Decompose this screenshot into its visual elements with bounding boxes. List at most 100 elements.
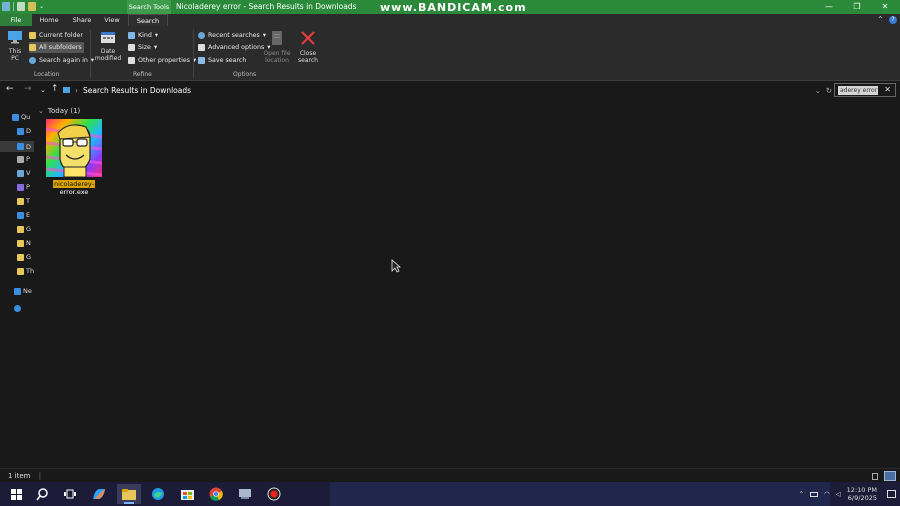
folder-icon [17, 239, 24, 247]
details-view-icon[interactable] [872, 473, 878, 480]
search-tools-context-tab: Search Tools [127, 0, 171, 14]
nav-item-e[interactable]: G [17, 225, 31, 233]
network-icon[interactable]: ◠ [824, 490, 830, 498]
chevron-right-icon: › [75, 85, 78, 95]
copilot-icon[interactable] [91, 486, 107, 502]
location-group-label: Location [34, 71, 60, 78]
nav-item-label: Qu [21, 113, 31, 121]
nav-item-quick-access[interactable]: Qu [12, 113, 30, 121]
nav-item-pictures[interactable]: V [17, 169, 30, 177]
dropdown-arrow-icon: ▾ [153, 44, 158, 51]
kind-button[interactable]: Kind ▾ [128, 30, 158, 41]
collapse-group-icon[interactable]: ⌄ [38, 107, 44, 115]
new-folder-icon[interactable] [28, 2, 36, 11]
this-pc-button[interactable]: This PC [5, 30, 25, 62]
volume-icon[interactable]: ◁ [836, 490, 841, 498]
download-icon [17, 143, 24, 150]
tab-search[interactable]: Search [128, 14, 168, 26]
task-view-icon [64, 489, 76, 499]
close-search-button[interactable]: Close search [296, 30, 320, 64]
other-properties-label: Other properties [138, 57, 191, 64]
nav-item-videos[interactable]: P [17, 183, 30, 191]
nav-item-g2[interactable]: Th [17, 267, 34, 275]
notifications-icon[interactable] [887, 490, 896, 498]
network-icon [14, 305, 21, 312]
divider [13, 2, 14, 11]
chrome-icon[interactable] [208, 486, 224, 502]
file-item[interactable]: nicoladerey- error.exe [45, 119, 103, 196]
nav-item-n[interactable]: G [17, 253, 31, 261]
close-icon [301, 31, 315, 45]
nav-item-network[interactable] [14, 305, 23, 312]
calendar-icon [101, 32, 115, 43]
tab-home[interactable]: Home [36, 14, 62, 26]
tab-view[interactable]: View [100, 14, 124, 26]
address-bar[interactable]: › Search Results in Downloads ⌄ ↻ [63, 83, 833, 97]
clock[interactable]: 12:10 PM 6/9/2025 [847, 486, 877, 502]
explorer-icon[interactable] [2, 2, 10, 11]
clear-search-icon[interactable]: ✕ [884, 85, 891, 94]
search-input[interactable]: aderey error ✕ [834, 83, 896, 97]
refresh-icon[interactable]: ↻ [826, 86, 832, 95]
nav-item-g[interactable]: N [17, 239, 31, 247]
properties-icon[interactable] [17, 2, 25, 11]
file-thumbnail [45, 119, 103, 178]
date-modified-button[interactable]: Date modified [93, 30, 123, 62]
show-hidden-icons-icon[interactable]: ⌃ [799, 490, 804, 498]
search-button[interactable] [34, 486, 50, 502]
folder-icon [17, 225, 24, 233]
back-button[interactable]: ← [6, 84, 14, 94]
dropdown-arrow-icon: ▾ [154, 32, 159, 39]
nav-item-documents[interactable]: P [17, 155, 30, 163]
all-subfolders-label: All subfolders [39, 44, 82, 51]
all-subfolders-button[interactable]: All subfolders [29, 42, 84, 53]
pictures-icon [17, 169, 24, 177]
task-view-button[interactable] [62, 486, 78, 502]
nav-item-t[interactable]: E [17, 211, 30, 219]
search-again-in-button[interactable]: Search again in ▾ [29, 55, 94, 66]
help-icon[interactable]: ? [889, 16, 897, 24]
tab-file[interactable]: File [0, 14, 32, 26]
customize-quick-access-icon[interactable]: ⌄ [39, 2, 44, 11]
file-explorer-taskbar-icon[interactable] [117, 484, 141, 504]
size-label: Size [138, 44, 151, 51]
other-properties-button[interactable]: Other properties ▾ [128, 55, 196, 66]
recent-searches-button[interactable]: Recent searches ▾ [198, 30, 266, 41]
recent-locations-icon[interactable]: ⌄ [40, 86, 46, 94]
group-header[interactable]: ⌄ Today (1) [38, 107, 80, 115]
options-group-label: Options [233, 71, 257, 78]
save-search-button[interactable]: Save search [198, 55, 246, 66]
nav-item-desktop[interactable]: D [17, 127, 31, 135]
size-button[interactable]: Size ▾ [128, 42, 157, 53]
large-icons-view-icon[interactable] [884, 471, 896, 481]
close-button[interactable]: ✕ [871, 0, 899, 14]
store-icon[interactable] [179, 486, 195, 502]
item-count: 1 item [8, 472, 31, 480]
forward-button[interactable]: → [24, 84, 32, 94]
current-folder-button[interactable]: Current folder [29, 30, 83, 41]
up-button[interactable]: ↑ [51, 84, 59, 94]
nav-item-label: Th [26, 267, 35, 275]
nav-item-folder[interactable]: T [17, 197, 30, 205]
file-list: ⌄ Today (1) nicoladerey- error.exe [36, 100, 900, 468]
app-icon[interactable] [237, 486, 253, 502]
search-again-icon [29, 57, 36, 64]
address-dropdown-icon[interactable]: ⌄ [815, 86, 821, 95]
tab-share[interactable]: Share [68, 14, 96, 26]
divider [193, 30, 194, 78]
open-file-location-button[interactable]: Open file location [262, 30, 292, 64]
edge-icon[interactable] [150, 486, 166, 502]
battery-icon[interactable] [810, 491, 818, 497]
file-name[interactable]: nicoladerey- error.exe [45, 180, 103, 196]
start-button[interactable] [8, 486, 24, 502]
kind-label: Kind [138, 32, 152, 39]
folder-icon [29, 32, 36, 39]
advanced-options-button[interactable]: Advanced options ▾ [198, 42, 270, 53]
properties-icon [128, 57, 135, 64]
nav-item-this-pc[interactable]: Ne [14, 287, 32, 295]
bandicam-icon[interactable] [266, 486, 282, 502]
minimize-button[interactable]: — [815, 0, 843, 14]
collapse-ribbon-icon[interactable]: ⌃ [877, 15, 884, 24]
maximize-button[interactable]: ❐ [843, 0, 871, 14]
nav-item-downloads[interactable]: D [0, 141, 34, 152]
